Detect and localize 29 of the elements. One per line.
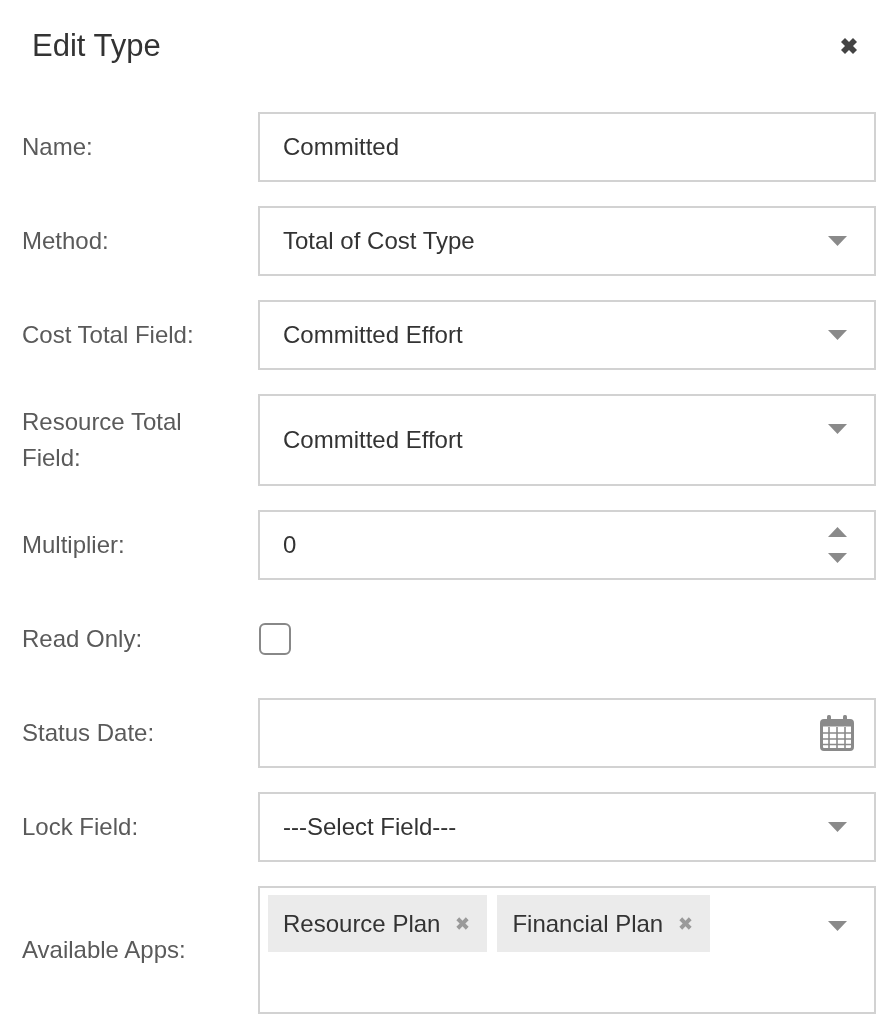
tag-label: Financial Plan	[512, 909, 664, 938]
field-label: Name:	[22, 132, 94, 162]
dialog-title: Edit Type	[32, 28, 161, 64]
caret-down-icon	[828, 921, 847, 931]
checkbox[interactable]	[259, 623, 291, 655]
caret-down-icon	[828, 330, 847, 340]
text-input[interactable]: Committed	[258, 112, 876, 182]
select-field[interactable]: Committed Effort	[258, 300, 876, 370]
date-field[interactable]	[258, 698, 876, 768]
field-label: Cost Total Field:	[22, 320, 195, 350]
multiselect-field[interactable]: Resource Plan Financial Plan	[258, 886, 876, 1014]
field-label: Available Apps:	[22, 935, 187, 965]
select-field[interactable]: Committed Effort	[258, 394, 876, 486]
field-label: Lock Field:	[22, 812, 140, 842]
select-field[interactable]: ---Select Field---	[258, 792, 876, 862]
caret-down-icon	[828, 424, 847, 434]
tag-label: Resource Plan	[283, 909, 441, 938]
number-field[interactable]: 0	[258, 510, 876, 580]
calendar-icon[interactable]	[820, 715, 854, 751]
spin-up-icon[interactable]	[828, 527, 847, 537]
field-label: Method:	[22, 226, 110, 256]
select-field[interactable]: Total of Cost Type	[258, 206, 876, 276]
caret-down-icon	[828, 236, 847, 246]
field-label: Status Date:	[22, 718, 156, 748]
field-label: Resource Total Field:	[22, 407, 183, 473]
field-label: Read Only:	[22, 624, 144, 654]
spin-down-icon[interactable]	[828, 553, 847, 563]
field-label: Multiplier:	[22, 530, 126, 560]
caret-down-icon	[828, 822, 847, 832]
